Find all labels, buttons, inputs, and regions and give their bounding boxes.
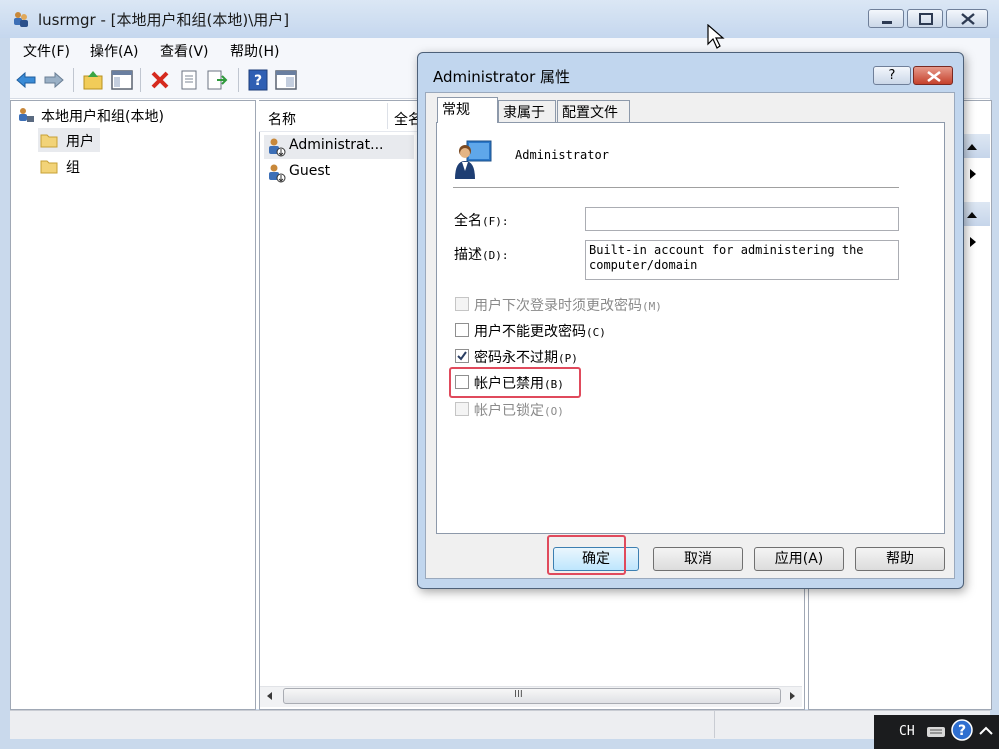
- checkbox-must-change-password-label: 用户下次登录时须更改密码(M): [474, 298, 662, 314]
- scroll-right-icon[interactable]: [786, 690, 798, 702]
- tray-options-icon[interactable]: [978, 724, 994, 738]
- checkbox-account-locked[interactable]: [455, 402, 469, 416]
- tree-root-label[interactable]: 本地用户和组(本地): [41, 106, 164, 126]
- users-groups-root-icon: [17, 106, 35, 124]
- highlight-account-disabled: [449, 367, 581, 398]
- properties-icon[interactable]: [177, 68, 201, 92]
- toolbar-separator: [140, 68, 141, 92]
- toolbar-separator: [238, 68, 239, 92]
- highlight-ok-button: [547, 535, 626, 575]
- show-hide-console-tree-icon[interactable]: [110, 68, 134, 92]
- close-button[interactable]: [946, 9, 988, 28]
- console-tree: [10, 100, 256, 710]
- keyboard-icon[interactable]: [926, 722, 946, 740]
- action-section-header[interactable]: [960, 202, 990, 226]
- tab-member-of[interactable]: 隶属于: [498, 100, 556, 122]
- checkbox-cannot-change-password[interactable]: [455, 323, 469, 337]
- show-hide-action-pane-icon[interactable]: [274, 68, 298, 92]
- checkbox-password-never-expires[interactable]: [455, 349, 469, 363]
- tree-item-groups[interactable]: 组: [66, 157, 80, 177]
- action-section-header[interactable]: [960, 134, 990, 158]
- status-divider: [714, 711, 715, 738]
- separator: [453, 187, 899, 188]
- menu-action[interactable]: 操作(A): [90, 41, 139, 61]
- checkbox-password-never-expires-label: 密码永不过期(P): [474, 350, 578, 366]
- menu-help[interactable]: 帮助(H): [230, 41, 279, 61]
- column-header-name[interactable]: 名称: [268, 109, 296, 129]
- action-expand-icon[interactable]: [966, 166, 980, 182]
- menu-view[interactable]: 查看(V): [160, 41, 209, 61]
- user-icon: [266, 137, 286, 157]
- help-button[interactable]: 帮助: [855, 547, 945, 571]
- up-folder-icon[interactable]: [81, 68, 105, 92]
- help-icon[interactable]: ?: [246, 68, 270, 92]
- list-item-guest[interactable]: Guest: [289, 163, 330, 179]
- svg-text:?: ?: [958, 723, 966, 739]
- user-icon: [266, 163, 286, 183]
- toolbar-separator: [73, 68, 74, 92]
- maximize-button[interactable]: [907, 9, 943, 28]
- menu-file[interactable]: 文件(F): [23, 41, 70, 61]
- minimize-button[interactable]: [868, 9, 904, 28]
- cancel-button[interactable]: 取消: [653, 547, 743, 571]
- description-input[interactable]: Built-in account for administering the c…: [585, 240, 899, 280]
- delete-icon[interactable]: [148, 68, 172, 92]
- user-account-icon: [453, 137, 493, 181]
- fullname-input[interactable]: [585, 207, 899, 231]
- lusrmgr-app-icon: [12, 10, 30, 28]
- checkbox-account-locked-label: 帐户已锁定(O): [474, 403, 564, 419]
- checkbox-cannot-change-password-label: 用户不能更改密码(C): [474, 324, 606, 340]
- apply-button[interactable]: 应用(A): [754, 547, 844, 571]
- dialog-close-button[interactable]: [913, 66, 953, 85]
- language-indicator[interactable]: CH: [899, 724, 915, 739]
- forward-arrow-icon[interactable]: [42, 68, 66, 92]
- scroll-left-icon[interactable]: [264, 690, 276, 702]
- status-bar: [10, 710, 990, 739]
- back-arrow-icon[interactable]: [14, 68, 38, 92]
- fullname-label: 全名(F):: [454, 213, 509, 229]
- svg-text:?: ?: [254, 73, 262, 89]
- scroll-grip: III: [514, 689, 523, 700]
- action-expand-icon[interactable]: [966, 234, 980, 250]
- dialog-title: Administrator 属性: [433, 68, 571, 86]
- help-tray-icon[interactable]: ?: [951, 719, 973, 741]
- checkbox-must-change-password[interactable]: [455, 297, 469, 311]
- mouse-cursor-icon: [707, 23, 725, 50]
- account-name: Administrator: [515, 148, 609, 162]
- tab-profile[interactable]: 配置文件: [557, 100, 630, 122]
- window-title: lusrmgr - [本地用户和组(本地)\用户]: [38, 11, 290, 29]
- folder-icon: [40, 158, 58, 174]
- tab-general[interactable]: 常规: [437, 97, 498, 123]
- dialog-help-button[interactable]: ?: [873, 66, 911, 85]
- list-item-administrator[interactable]: Administrat...: [289, 137, 383, 153]
- scroll-thumb[interactable]: [283, 688, 781, 704]
- export-list-icon[interactable]: [205, 68, 229, 92]
- description-label: 描述(D):: [454, 247, 509, 263]
- folder-icon: [40, 132, 58, 148]
- column-divider[interactable]: [387, 103, 388, 129]
- tree-item-users-label: 用户: [66, 134, 94, 150]
